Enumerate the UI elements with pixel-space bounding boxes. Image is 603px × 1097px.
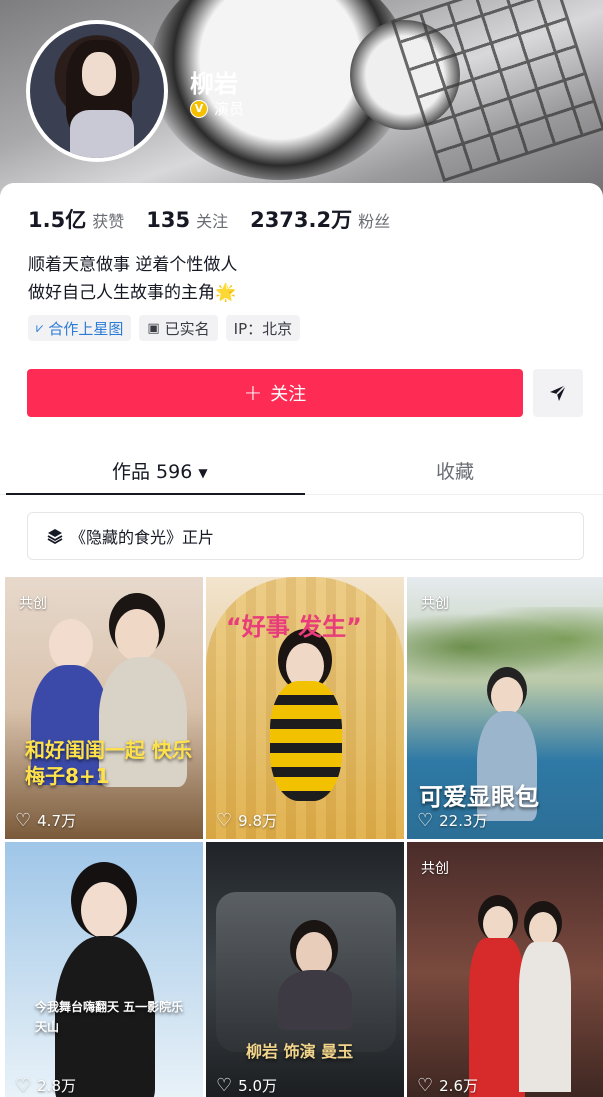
video-thumbnail[interactable]: 可爱显眼包 共创 ♡ 22.3万	[407, 577, 603, 839]
stat-followers[interactable]: 2373.2万 粉丝	[250, 204, 390, 234]
verified-badge-icon: V	[190, 99, 208, 118]
avatar[interactable]	[26, 20, 168, 162]
video-caption: 可爱显眼包	[419, 783, 539, 811]
video-thumbnail[interactable]: 共创 ♡ 2.6万	[407, 842, 603, 1097]
stat-value: 2373.2万	[250, 208, 353, 232]
follow-label: 关注	[270, 384, 307, 405]
co-create-badge: 共创	[19, 596, 47, 612]
like-count-value: 5.0万	[238, 1077, 277, 1095]
like-count: ♡ 4.7万	[15, 810, 76, 831]
heart-icon: ♡	[15, 1075, 32, 1096]
heart-icon: ♡	[417, 1075, 434, 1096]
video-thumbnail[interactable]: 柳岩 饰演 曼玉 ♡ 5.0万	[206, 842, 404, 1097]
stat-value: 1.5亿	[28, 208, 87, 232]
plus-icon: +	[243, 380, 263, 406]
id-card-icon: ▣	[147, 320, 160, 336]
tag-ip-location: IP：北京	[225, 315, 301, 341]
share-button[interactable]	[533, 369, 583, 417]
like-count: ♡ 2.8万	[15, 1075, 76, 1096]
like-count-value: 2.8万	[37, 1077, 76, 1095]
video-grid: 和好闺闺一起 快乐梅子8+1 共创 ♡ 4.7万 “好事 发生” ♡ 9.8万 可爱…	[5, 577, 603, 1097]
co-create-badge: 共创	[421, 861, 449, 877]
like-count-value: 22.3万	[439, 812, 488, 830]
collection-banner[interactable]: 《隐藏的食光》正片	[27, 512, 584, 560]
tag-row: ⩗ 合作上星图 ▣ 已实名 IP：北京	[28, 315, 301, 341]
tag-label: 合作上星图	[48, 319, 124, 338]
video-caption: 柳岩 饰演 曼玉	[246, 1042, 354, 1061]
like-count: ♡ 9.8万	[216, 810, 277, 831]
profile-name: 柳岩	[190, 70, 238, 98]
like-count-value: 9.8万	[238, 812, 277, 830]
heart-icon: ♡	[15, 810, 32, 831]
heart-icon: ♡	[216, 1075, 233, 1096]
video-caption: “好事 发生”	[226, 613, 362, 641]
xingtu-icon: ⩗	[36, 320, 44, 336]
star-emoji-icon: 🌟	[215, 283, 237, 303]
video-thumbnail[interactable]: “好事 发生” ♡ 9.8万	[206, 577, 404, 839]
tag-verified-name[interactable]: ▣ 已实名	[139, 315, 218, 341]
like-count: ♡ 5.0万	[216, 1075, 277, 1096]
heart-icon: ♡	[417, 810, 434, 831]
active-tab-indicator	[6, 493, 305, 495]
verification-label: 演员	[214, 100, 245, 118]
video-caption: 和好闺闺一起 快乐梅子8+1	[25, 738, 192, 788]
video-thumbnail[interactable]: 和好闺闺一起 快乐梅子8+1 共创 ♡ 4.7万	[5, 577, 203, 839]
video-caption: 今我舞台嗨翻天 五一影院乐天山	[35, 1000, 184, 1034]
tag-label: IP：北京	[233, 319, 293, 338]
content-tabs: 作品 596 ▼ 收藏	[0, 445, 603, 495]
caret-down-icon: ▼	[198, 465, 208, 480]
stat-label: 关注	[196, 212, 229, 231]
verification-row: V 演员	[190, 98, 244, 119]
stat-value: 135	[146, 208, 191, 232]
bio-line-1: 顺着天意做事 逆着个性做人	[28, 255, 238, 275]
like-count-value: 4.7万	[37, 812, 76, 830]
like-count: ♡ 2.6万	[417, 1075, 478, 1096]
tag-label: 已实名	[164, 319, 210, 338]
tab-works-label: 作品 596	[112, 461, 193, 483]
tag-xingtu[interactable]: ⩗ 合作上星图	[28, 315, 132, 341]
collection-label: 《隐藏的食光》正片	[70, 528, 215, 547]
tab-works[interactable]: 作品 596 ▼	[112, 457, 208, 484]
stat-following[interactable]: 135 关注	[146, 208, 228, 232]
send-arrow-icon	[550, 384, 567, 401]
co-create-badge: 共创	[421, 596, 449, 612]
video-thumbnail[interactable]: 今我舞台嗨翻天 五一影院乐天山 ♡ 2.8万	[5, 842, 203, 1097]
profile-bio: 顺着天意做事 逆着个性做人 做好自己人生故事的主角🌟	[28, 251, 237, 307]
stat-likes[interactable]: 1.5亿 获赞	[28, 204, 124, 234]
bio-line-2: 做好自己人生故事的主角	[28, 283, 215, 303]
layers-icon	[47, 529, 63, 545]
like-count: ♡ 22.3万	[417, 810, 488, 831]
stat-label: 获赞	[92, 212, 125, 231]
stat-label: 粉丝	[358, 212, 391, 231]
like-count-value: 2.6万	[439, 1077, 478, 1095]
tab-favorites[interactable]: 收藏	[436, 457, 474, 484]
stats-row: 1.5亿 获赞 135 关注 2373.2万 粉丝	[28, 204, 412, 234]
heart-icon: ♡	[216, 810, 233, 831]
follow-button[interactable]: + 关注	[27, 369, 523, 417]
profile-card: 1.5亿 获赞 135 关注 2373.2万 粉丝 顺着天意做事 逆着个性做人 …	[0, 183, 603, 1097]
